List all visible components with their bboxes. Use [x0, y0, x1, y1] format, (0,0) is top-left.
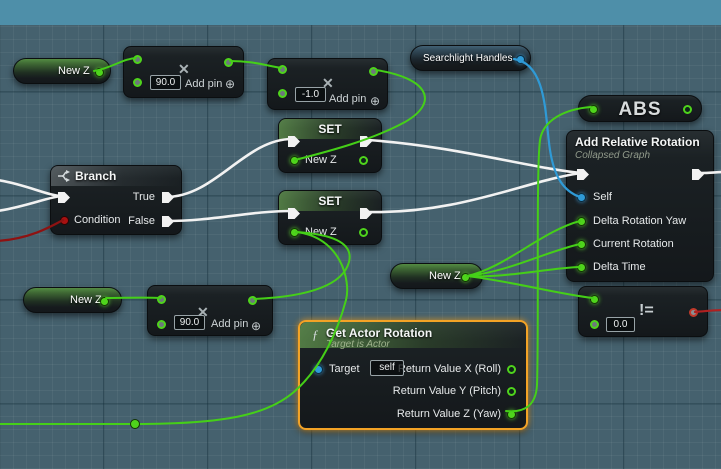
target-label: Target — [329, 363, 360, 375]
float-input-pin-a[interactable] — [157, 295, 166, 304]
return-z-pin[interactable] — [507, 410, 516, 419]
variable-name: New Z — [429, 270, 461, 282]
target-value-input[interactable]: self — [370, 360, 404, 376]
float-output-pin[interactable] — [683, 105, 692, 114]
target-input-pin[interactable] — [314, 365, 323, 374]
delta-time-pin[interactable] — [577, 263, 586, 272]
exec-true-pin[interactable] — [162, 192, 174, 203]
add-pin-icon[interactable]: ⊕ — [370, 95, 380, 107]
float-output-pin[interactable] — [224, 58, 233, 67]
branch-icon — [57, 170, 71, 182]
value-input[interactable]: -1.0 — [295, 87, 326, 102]
add-pin-icon[interactable]: ⊕ — [251, 320, 261, 332]
comment-region[interactable] — [0, 0, 721, 25]
wire-set2-arr — [368, 173, 581, 212]
return-y-pin[interactable] — [507, 387, 516, 396]
float-input-pin-b[interactable] — [590, 320, 599, 329]
node-title: Add Relative Rotation — [575, 135, 700, 149]
add-pin-label[interactable]: Add pin — [211, 318, 248, 330]
reroute-node[interactable] — [131, 420, 140, 429]
float-input-pin-b[interactable] — [133, 78, 142, 87]
float-output-pin[interactable] — [359, 156, 368, 165]
return-y-label: Return Value Y (Pitch) — [393, 385, 501, 397]
node-searchlight-handles-getter[interactable]: Searchlight Handles — [410, 45, 531, 71]
pin-label-delta-rotation-yaw: Delta Rotation Yaw — [593, 215, 686, 227]
pin-label: New Z — [305, 226, 337, 238]
add-pin-label[interactable]: Add pin — [185, 78, 222, 90]
node-newz-getter-top[interactable]: New Z — [13, 58, 111, 84]
node-multiply-90-top[interactable]: ✕ 90.0 Add pin ⊕ — [123, 46, 244, 98]
float-output-pin[interactable] — [461, 273, 470, 282]
float-input-pin[interactable] — [589, 105, 598, 114]
add-pin-icon[interactable]: ⊕ — [225, 78, 235, 90]
pin-label-delta-time: Delta Time — [593, 261, 646, 273]
float-input-pin[interactable] — [290, 228, 299, 237]
node-abs[interactable]: ABS — [578, 95, 702, 122]
node-subtitle: Collapsed Graph — [575, 150, 650, 161]
current-rotation-pin[interactable] — [577, 240, 586, 249]
wire-set1-arr — [368, 140, 581, 173]
bool-output-pin[interactable] — [689, 308, 698, 317]
float-input-pin-a[interactable] — [133, 55, 142, 64]
node-title: SET — [279, 122, 381, 136]
exec-false-pin[interactable] — [162, 216, 174, 227]
node-multiply-90-bottom[interactable]: ✕ 90.0 Add pin ⊕ — [147, 285, 273, 336]
node-multiply-neg[interactable]: ✕ -1.0 Add pin ⊕ — [267, 58, 388, 110]
self-input-pin[interactable] — [577, 193, 586, 202]
condition-label: Condition — [74, 214, 120, 226]
return-x-label: Return Value X (Roll) — [398, 363, 501, 375]
float-input-pin-b[interactable] — [157, 320, 166, 329]
float-output-pin[interactable] — [95, 68, 104, 77]
value-input[interactable]: 0.0 — [606, 317, 635, 332]
exec-output-pin[interactable] — [692, 169, 704, 180]
node-title: SET — [279, 194, 381, 208]
variable-name: Searchlight Handles — [423, 53, 513, 64]
float-input-pin[interactable] — [290, 156, 299, 165]
return-z-label: Return Value Z (Yaw) — [397, 408, 501, 420]
pin-label-current-rotation: Current Rotation — [593, 238, 674, 250]
node-title: Branch — [75, 169, 116, 183]
float-input-pin-a[interactable] — [278, 65, 287, 74]
node-get-actor-rotation[interactable]: ƒ Get Actor Rotation Target is Actor Tar… — [298, 320, 528, 430]
float-output-pin[interactable] — [369, 67, 378, 76]
node-add-relative-rotation[interactable]: Add Relative Rotation Collapsed Graph Se… — [566, 130, 714, 282]
node-subtitle: Target is Actor — [326, 339, 390, 350]
float-output-pin[interactable] — [359, 228, 368, 237]
pin-label-self: Self — [593, 191, 612, 203]
object-output-pin[interactable] — [516, 55, 525, 64]
node-newz-getter-bottom[interactable]: New Z — [23, 287, 122, 313]
function-icon: ƒ — [312, 327, 319, 343]
exec-input-pin[interactable] — [58, 192, 70, 203]
wire-branch-false-set2 — [166, 211, 292, 221]
wire-branch-true-set1 — [166, 139, 292, 197]
false-label: False — [128, 215, 155, 227]
wire-newz-dtime — [467, 267, 580, 276]
variable-name: New Z — [58, 65, 90, 77]
float-input-pin-b[interactable] — [278, 89, 287, 98]
value-input[interactable]: 90.0 — [174, 315, 205, 330]
blueprint-graph-canvas[interactable]: New Z ✕ 90.0 Add pin ⊕ ✕ -1.0 Add pin ⊕ … — [0, 0, 721, 469]
float-output-pin[interactable] — [248, 296, 257, 305]
float-input-pin-a[interactable] — [590, 295, 599, 304]
node-not-equal[interactable]: 0.0 != — [578, 286, 708, 337]
pin-label: New Z — [305, 154, 337, 166]
wire-newz-currot — [467, 244, 580, 276]
node-branch[interactable]: Branch Condition True False — [50, 165, 182, 235]
value-input[interactable]: 90.0 — [150, 75, 181, 90]
delta-rotation-yaw-pin[interactable] — [577, 217, 586, 226]
add-pin-label[interactable]: Add pin — [329, 93, 366, 105]
variable-name: New Z — [70, 294, 102, 306]
node-set-top[interactable]: SET New Z — [278, 118, 382, 173]
true-label: True — [133, 191, 155, 203]
exec-input-pin[interactable] — [577, 169, 589, 180]
float-output-pin[interactable] — [100, 297, 109, 306]
wire-newz-yaw — [467, 221, 580, 276]
return-x-pin[interactable] — [507, 365, 516, 374]
node-newz-getter-mid[interactable]: New Z — [390, 263, 483, 289]
node-set-bottom[interactable]: SET New Z — [278, 190, 382, 245]
not-equal-operator: != — [639, 302, 654, 320]
node-title: Get Actor Rotation — [326, 326, 432, 340]
bool-condition-pin[interactable] — [60, 216, 69, 225]
